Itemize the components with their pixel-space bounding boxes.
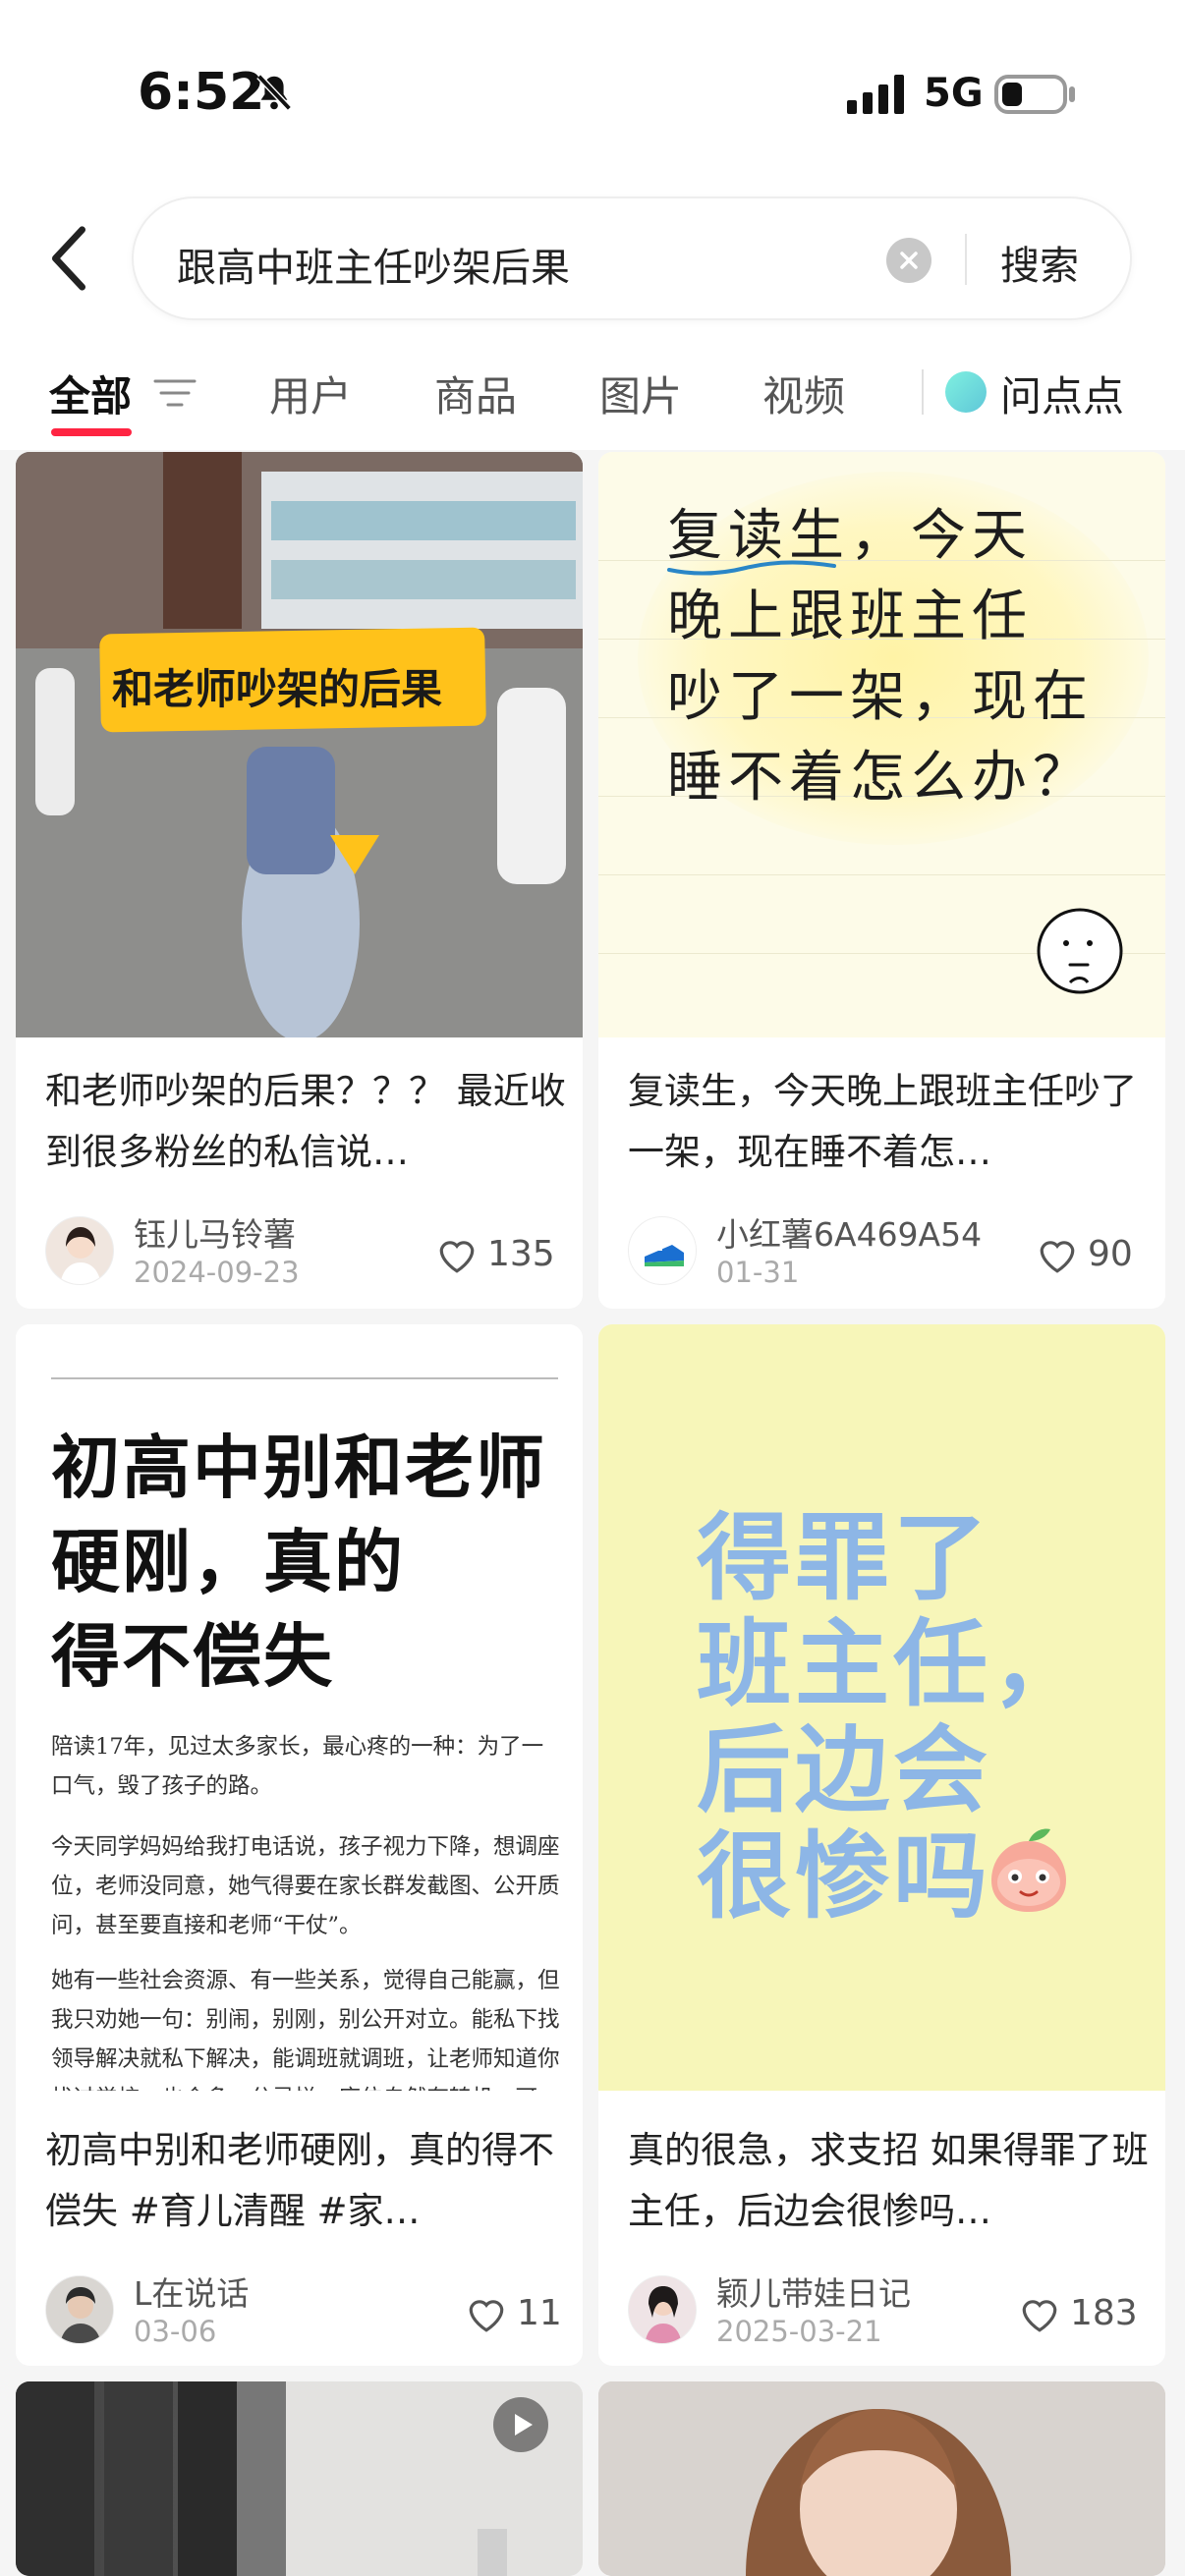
search-query[interactable]: 跟高中班主任吵架后果 (177, 236, 570, 293)
note-cover-image[interactable]: 得罪了 班主任， 后边会 很惨吗 (598, 1324, 1165, 2091)
author-name[interactable]: 小红薯6A469A54 (716, 1208, 982, 1256)
search-button[interactable]: 搜索 (1000, 234, 1079, 291)
search-header: 跟高中班主任吵架后果 搜索 (0, 187, 1185, 334)
cover-paragraph: 她有一些社会资源、有一些关系，觉得自己能赢，但我只劝她一句：别闹，别刚，别公开对… (51, 1968, 560, 2091)
note-card[interactable]: 和老师吵架的后果 和老师吵架的后果？？？ 最近收到很多粉丝的私信说… 钰儿马铃薯… (16, 452, 583, 1309)
search-input[interactable]: 跟高中班主任吵架后果 搜索 (132, 196, 1132, 320)
avatar[interactable] (628, 1216, 697, 1285)
note-card[interactable]: 复读生，今天 晚上跟班主任 吵了一架，现在 睡不着怎么办？ 复读生，今天晚上跟班… (598, 452, 1165, 1309)
author-name[interactable]: L在说话 (134, 2268, 249, 2315)
cover-paragraph: 今天同学妈妈给我打电话说，孩子视力下降，想调座位，老师没同意，她气得要在家长群发… (51, 1834, 560, 1938)
author-name[interactable]: 钰儿马铃薯 (134, 1208, 296, 1256)
tab-videos[interactable]: 视频 (762, 364, 845, 423)
note-card[interactable] (16, 2381, 583, 2576)
signal-icon (847, 75, 904, 114)
cover-rule (51, 1377, 558, 1379)
mute-bell-icon (256, 74, 292, 111)
like-heart-icon[interactable] (1037, 1236, 1078, 1275)
filter-icon[interactable] (153, 373, 197, 413)
note-title[interactable]: 真的很急，求支招 如果得罪了班主任，后边会很惨吗… (628, 2120, 1149, 2242)
cover-paragraph: 陪读17年，见过太多家长，最心疼的一种：为了一口气，毁了孩子的路。 (51, 1734, 544, 1799)
video-play-icon[interactable] (493, 2397, 548, 2452)
filter-tabs: 全部 用户 商品 图片 视频 问点点 (0, 334, 1185, 450)
status-bar: 6:52 5G (0, 0, 1185, 187)
like-count: 90 (1088, 1234, 1133, 1274)
network-type: 5G (924, 71, 984, 116)
note-date: 2024-09-23 (134, 1256, 300, 1289)
note-cover-image[interactable] (598, 2381, 1165, 2576)
back-arrow-icon[interactable] (47, 224, 90, 293)
cover-headline: 很惨吗 (697, 1821, 991, 1932)
note-date: 01-31 (716, 1256, 800, 1289)
note-title[interactable]: 复读生，今天晚上跟班主任吵了一架，现在睡不着怎… (628, 1061, 1149, 1183)
ruled-line (598, 874, 1165, 875)
cover-line: 吵了一架，现在 (667, 665, 1094, 729)
ai-assistant-icon[interactable] (945, 371, 987, 413)
cover-headline: 初高中别和老师 (51, 1427, 546, 1508)
cover-headline: 硬刚，真的 (51, 1521, 405, 1602)
school-gate-photo (16, 452, 583, 1037)
note-date: 03-06 (134, 2315, 217, 2348)
cover-line: 睡不着怎么办？ (667, 746, 1094, 810)
tab-users[interactable]: 用户 (269, 364, 352, 423)
note-cover-image[interactable] (16, 2381, 583, 2576)
note-cover-image[interactable]: 和老师吵架的后果 (16, 452, 583, 1037)
note-date: 2025-03-21 (716, 2315, 882, 2348)
status-time: 6:52 (138, 63, 265, 122)
battery-icon (994, 75, 1075, 114)
cover-headline: 得不偿失 (51, 1615, 334, 1697)
tab-images[interactable]: 图片 (599, 364, 682, 423)
avatar[interactable] (45, 1216, 114, 1285)
author-name[interactable]: 颖儿带娃日记 (716, 2268, 911, 2315)
like-count: 11 (517, 2293, 562, 2333)
like-heart-icon[interactable] (436, 1236, 478, 1275)
cover-text: 和老师吵架的后果 (112, 665, 443, 713)
like-heart-icon[interactable] (1019, 2295, 1060, 2334)
avatar[interactable] (628, 2275, 697, 2344)
tab-products[interactable]: 商品 (434, 364, 517, 423)
underline-squiggle (667, 560, 836, 576)
like-count: 183 (1070, 2293, 1138, 2333)
search-divider (965, 234, 967, 285)
peach-emoji-icon (991, 1828, 1066, 1912)
portrait-photo (598, 2381, 1165, 2576)
tab-all[interactable]: 全部 (49, 364, 132, 423)
active-tab-indicator (51, 428, 132, 436)
note-title[interactable]: 和老师吵架的后果？？？ 最近收到很多粉丝的私信说… (45, 1061, 566, 1183)
clear-icon[interactable] (886, 238, 931, 283)
thinking-face-icon (1037, 908, 1123, 994)
note-card[interactable]: 得罪了 班主任， 后边会 很惨吗 真的很急，求支招 如果得罪了班主任，后边会很惨… (598, 1324, 1165, 2366)
avatar[interactable] (45, 2275, 114, 2344)
note-card[interactable]: 初高中别和老师 硬刚，真的 得不偿失 陪读17年，见过太多家长，最心疼的一种：为… (16, 1324, 583, 2366)
note-title[interactable]: 初高中别和老师硬刚，真的得不偿失 #育儿清醒 #家… (45, 2120, 566, 2242)
cover-line: 晚上跟班主任 (667, 585, 1033, 648)
like-count: 135 (487, 1234, 555, 1274)
note-card[interactable] (598, 2381, 1165, 2576)
like-heart-icon[interactable] (466, 2295, 507, 2334)
ai-assistant-tab[interactable]: 问点点 (1000, 364, 1124, 423)
tab-divider (922, 369, 924, 415)
note-cover-image[interactable]: 复读生，今天 晚上跟班主任 吵了一架，现在 睡不着怎么办？ (598, 452, 1165, 1037)
note-cover-image[interactable]: 初高中别和老师 硬刚，真的 得不偿失 陪读17年，见过太多家长，最心疼的一种：为… (16, 1324, 583, 2091)
